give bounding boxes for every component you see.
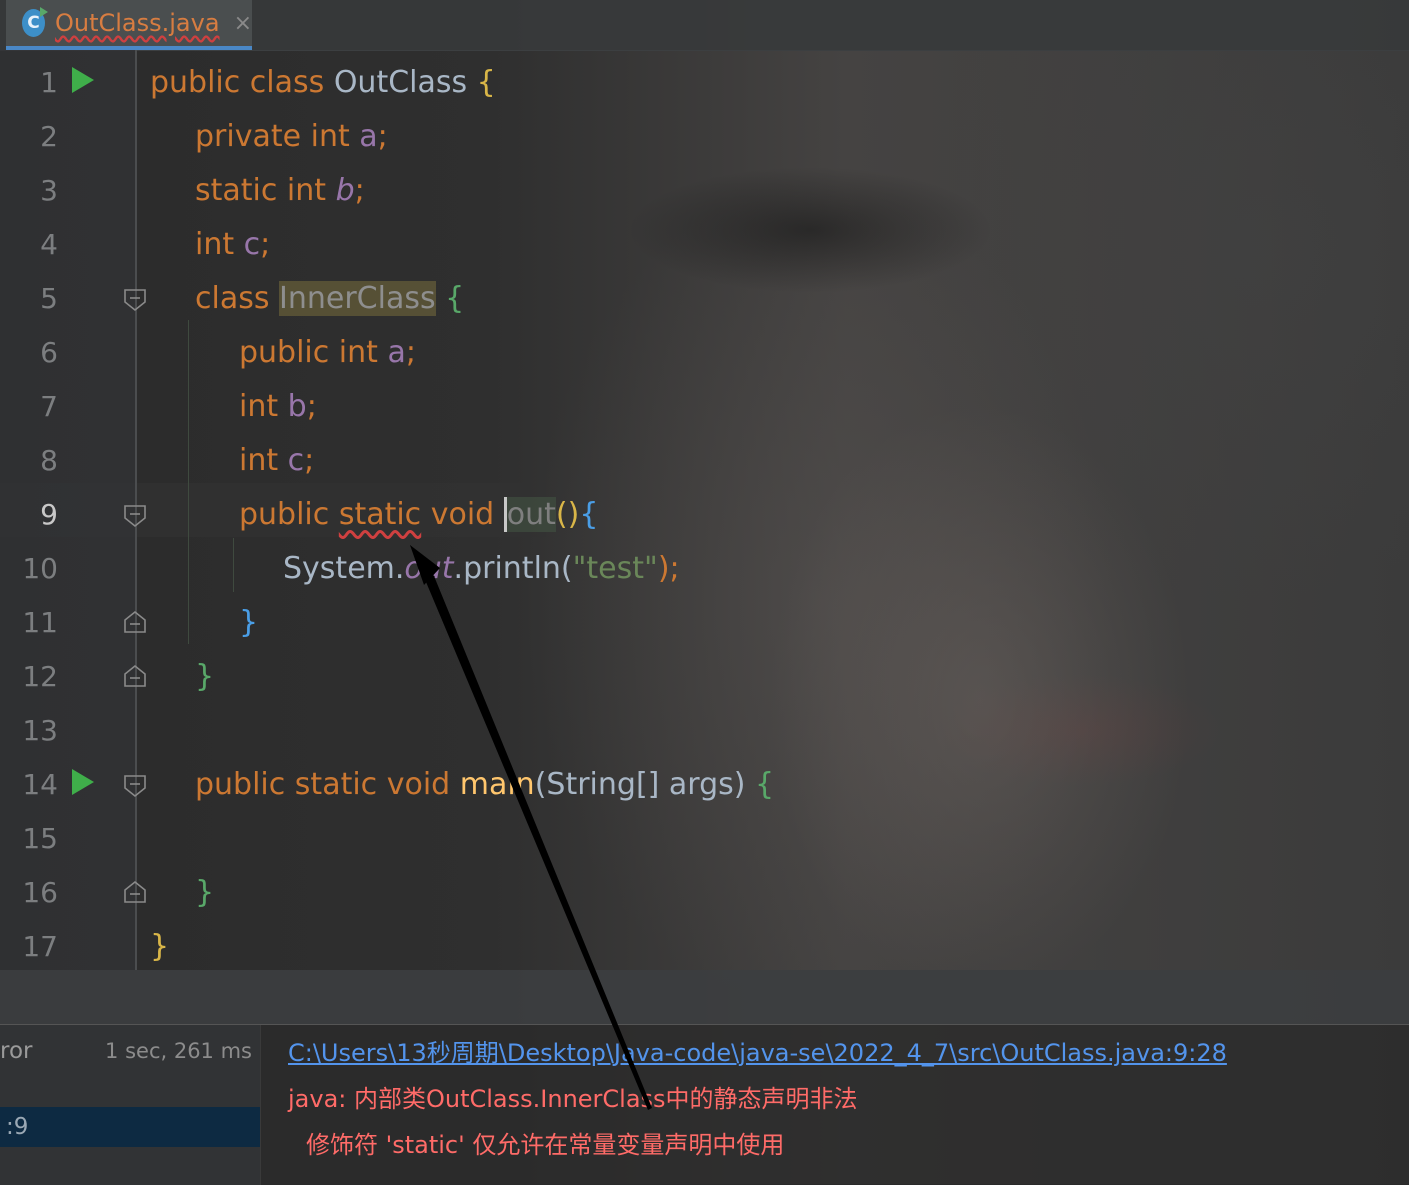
- editor-tab-bar: C OutClass.java ×: [0, 0, 1409, 51]
- code-line-3[interactable]: static int b;: [195, 164, 365, 218]
- fold-icon[interactable]: [123, 288, 147, 312]
- code-line-16[interactable]: }: [195, 866, 214, 920]
- line-number: 12: [22, 660, 58, 693]
- build-duration: 1 sec, 261 ms: [105, 1039, 252, 1063]
- code-line-7[interactable]: int b;: [239, 380, 317, 434]
- line-number: 14: [22, 768, 58, 801]
- line-number: 17: [22, 930, 58, 963]
- close-icon[interactable]: ×: [234, 11, 252, 36]
- line-number: 7: [40, 390, 58, 423]
- error-location-link[interactable]: C:\Users\13秒周期\Desktop\Java-code\java-se…: [288, 1033, 1227, 1073]
- error-message: java: 内部类OutClass.InnerClass中的静态声明非法: [288, 1085, 858, 1113]
- fold-end-icon[interactable]: [123, 664, 147, 688]
- build-messages: C:\Users\13秒周期\Desktop\Java-code\java-se…: [288, 1025, 1398, 1185]
- run-icon[interactable]: [72, 769, 94, 795]
- code-line-5[interactable]: class InnerClass {: [195, 272, 464, 326]
- tree-row-label: :9: [6, 1114, 29, 1140]
- line-number: 2: [40, 120, 58, 153]
- fold-end-icon[interactable]: [123, 610, 147, 634]
- error-message-detail: 修饰符 'static' 仅允许在常量变量声明中使用: [306, 1131, 785, 1159]
- line-number: 8: [40, 444, 58, 477]
- line-number: 5: [40, 282, 58, 315]
- code-line-10[interactable]: System.out.println("test");: [283, 542, 680, 596]
- line-number: 10: [22, 552, 58, 585]
- tree-row-label: ror: [0, 1038, 33, 1064]
- indent-guide: [233, 538, 234, 592]
- line-number: 3: [40, 174, 58, 207]
- line-number: 13: [22, 714, 58, 747]
- code-line-1[interactable]: public class OutClass {: [150, 56, 496, 110]
- code-line-14[interactable]: public static void main(String[] args) {: [195, 758, 774, 812]
- fold-end-icon[interactable]: [123, 880, 147, 904]
- line-number: 16: [22, 876, 58, 909]
- error-static-modifier: static: [338, 497, 422, 532]
- code-line-6[interactable]: public int a;: [239, 326, 416, 380]
- line-number: 15: [22, 822, 58, 855]
- tree-row-error[interactable]: ror 1 sec, 261 ms: [0, 1031, 260, 1071]
- build-tree: ror 1 sec, 261 ms :9: [0, 1025, 261, 1185]
- line-number-current: 9: [40, 498, 58, 531]
- line-number: 1: [40, 66, 58, 99]
- code-editor[interactable]: 1 2 3 4 5 6 7 8 9 10 11 12 13 14 15 16 1…: [0, 50, 1409, 970]
- panel-divider[interactable]: [0, 970, 1409, 1024]
- tree-row-selected[interactable]: :9: [0, 1107, 260, 1147]
- run-icon[interactable]: [72, 67, 94, 93]
- code-line-4[interactable]: int c;: [195, 218, 270, 272]
- code-line-8[interactable]: int c;: [239, 434, 314, 488]
- fold-icon[interactable]: [123, 504, 147, 528]
- build-output-panel: ror 1 sec, 261 ms :9 C:\Users\13秒周期\Desk…: [0, 1024, 1409, 1185]
- caret: out: [503, 497, 556, 532]
- line-number: 11: [22, 606, 58, 639]
- fold-icon[interactable]: [123, 774, 147, 798]
- java-class-icon: C: [22, 7, 48, 37]
- code-line-9[interactable]: public static void out(){: [239, 488, 598, 542]
- code-line-2[interactable]: private int a;: [195, 110, 388, 164]
- code-line-12[interactable]: }: [195, 650, 214, 704]
- line-number: 6: [40, 336, 58, 369]
- gutter: 1 2 3 4 5 6 7 8 9 10 11 12 13 14 15 16 1…: [0, 50, 146, 970]
- code-line-11[interactable]: }: [239, 596, 258, 650]
- code-line-17[interactable]: }: [150, 920, 169, 974]
- tab-outclass-java[interactable]: C OutClass.java ×: [6, 0, 252, 50]
- indent-guide: [188, 320, 189, 644]
- line-number: 4: [40, 228, 58, 261]
- tab-label: OutClass.java: [54, 9, 220, 37]
